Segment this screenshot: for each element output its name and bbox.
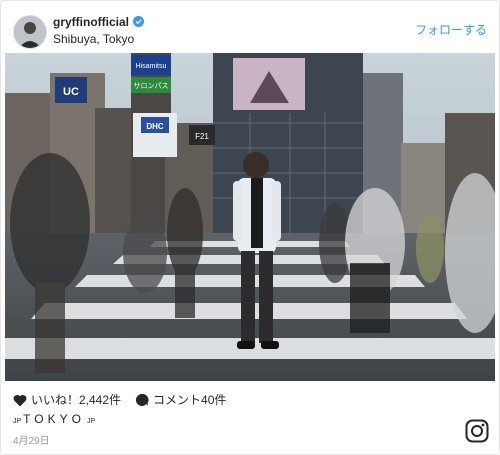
sign-dhc: DHC	[146, 122, 164, 131]
likes-count[interactable]: いいね！2,442件	[31, 393, 121, 407]
sign-hisamitsu: Hisamitsu	[136, 63, 167, 70]
post-header: gryffinofficial Shibuya, Tokyo フォローする	[1, 1, 499, 53]
comment-bubble-icon[interactable]	[135, 393, 149, 407]
instagram-embed-card: gryffinofficial Shibuya, Tokyo フォローする Hi…	[0, 0, 500, 455]
username-link[interactable]: gryffinofficial	[53, 15, 145, 29]
caption-suffix: JP	[86, 418, 96, 425]
instagram-logo-icon[interactable]	[465, 419, 489, 443]
avatar[interactable]	[13, 15, 47, 49]
sign-uc: UC	[63, 86, 79, 98]
username-text: gryffinofficial	[53, 15, 130, 29]
sign-f21: F21	[195, 132, 209, 141]
post-photo[interactable]: Hisamitsu サロンパス UC DHC F21	[5, 53, 495, 381]
follow-button[interactable]: フォローする	[415, 21, 487, 38]
post-actions: いいね！2,442件 コメント40件	[13, 391, 226, 409]
caption-prefix: JP	[13, 418, 22, 425]
verified-badge-icon	[133, 16, 145, 27]
caption-main: TOKYO	[23, 412, 85, 426]
post-caption: JP TOKYO JP	[13, 412, 95, 426]
heart-icon[interactable]	[13, 394, 27, 407]
sign-salonpas: サロンパス	[134, 82, 169, 90]
post-date[interactable]: 4月29日	[13, 432, 50, 447]
comments-count[interactable]: コメント40件	[153, 393, 226, 407]
location-link[interactable]: Shibuya, Tokyo	[53, 32, 134, 46]
